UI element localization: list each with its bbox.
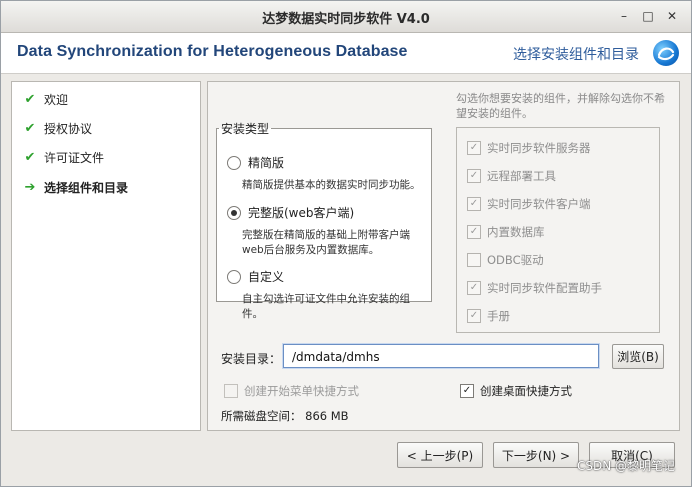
radio-description: 精简版提供基本的数据实时同步功能。 [242, 179, 421, 191]
checkbox-checked[interactable]: ✓ [460, 384, 474, 398]
install-dir-input[interactable]: /dmdata/dmhs [283, 344, 599, 368]
component-label: 实时同步软件服务器 [487, 141, 591, 155]
radio-button[interactable] [227, 155, 241, 170]
main-panel: 勾选你想要安装的组件，并解除勾选你不希望安装的组件。 安装类型 精简版 精简版提… [207, 81, 680, 431]
install-dir-label: 安装目录： [221, 352, 282, 366]
install-type-legend: 安装类型 [221, 122, 270, 136]
component-label: 实时同步软件配置助手 [487, 281, 602, 295]
close-icon[interactable]: ✕ [663, 7, 681, 25]
radio-label: 完整版(web客户端) [248, 206, 355, 220]
start-menu-shortcut-checkbox[interactable]: 创建开始菜单快捷方式 [224, 383, 359, 399]
check-icon: ✔ [24, 120, 36, 136]
page-title: 选择安装组件和目录 [513, 47, 639, 63]
component-item: ✓ 远程部署工具 [467, 168, 556, 184]
title-bar[interactable]: 达梦数据实时同步软件 V4.0 – □ ✕ [1, 1, 691, 33]
checkbox-disabled-checked: ✓ [467, 309, 481, 323]
component-label: 手册 [487, 309, 510, 323]
steps-sidebar: ✔ 欢迎 ✔ 授权协议 ✔ 许可证文件 ➔ 选择组件和目录 [11, 81, 201, 431]
install-type-group: 安装类型 精简版 精简版提供基本的数据实时同步功能。 完整版(web客户端) 完… [216, 120, 432, 320]
maximize-icon[interactable]: □ [639, 7, 657, 25]
check-icon: ✔ [24, 149, 36, 165]
radio-minimal[interactable]: 精简版 [227, 154, 284, 171]
product-title: Data Synchronization for Heterogeneous D… [17, 43, 408, 60]
component-item: ✓ 手册 [467, 308, 510, 324]
step-label: 欢迎 [44, 92, 69, 107]
installer-window: 达梦数据实时同步软件 V4.0 – □ ✕ Data Synchronizati… [0, 0, 692, 487]
component-label: 内置数据库 [487, 225, 545, 239]
minimize-icon[interactable]: – [615, 7, 633, 25]
checkbox-disabled-unchecked [467, 253, 481, 267]
prev-button[interactable]: < 上一步(P) [397, 442, 483, 468]
radio-label: 自定义 [248, 270, 285, 284]
component-label: ODBC驱动 [487, 253, 544, 267]
checkbox-disabled-checked: ✓ [467, 281, 481, 295]
checkbox-unchecked[interactable] [224, 384, 238, 398]
disk-space-required: 所需磁盘空间： 866 MB [221, 409, 349, 423]
radio-custom[interactable]: 自定义 [227, 268, 284, 285]
step-license-file: ✔ 许可证文件 [22, 147, 104, 167]
radio-description: 完整版在精简版的基础上附带客户端web后台服务及内置数据库。 [242, 229, 410, 256]
page-header: Data Synchronization for Heterogeneous D… [1, 33, 691, 74]
checkbox-label: 创建开始菜单快捷方式 [244, 384, 359, 398]
components-list: ✓ 实时同步软件服务器 ✓ 远程部署工具 ✓ 实时同步软件客户端 ✓ 内置数据库… [456, 127, 660, 333]
radio-button[interactable] [227, 269, 241, 284]
step-select-components: ➔ 选择组件和目录 [22, 177, 128, 197]
desktop-shortcut-checkbox[interactable]: ✓ 创建桌面快捷方式 [460, 383, 572, 399]
component-item: ✓ 实时同步软件客户端 [467, 196, 591, 212]
component-item: ✓ 实时同步软件配置助手 [467, 280, 602, 296]
next-button[interactable]: 下一步(N) > [493, 442, 579, 468]
window-title: 达梦数据实时同步软件 V4.0 [262, 12, 430, 27]
arrow-right-icon: ➔ [24, 179, 36, 195]
radio-label: 精简版 [248, 156, 285, 170]
dm-logo-icon [653, 40, 679, 66]
checkbox-disabled-checked: ✓ [467, 197, 481, 211]
component-label: 实时同步软件客户端 [487, 197, 591, 211]
component-label: 远程部署工具 [487, 169, 556, 183]
step-welcome: ✔ 欢迎 [22, 89, 68, 109]
radio-description: 自主勾选许可证文件中允许安装的组件。 [242, 293, 410, 320]
step-label: 许可证文件 [44, 150, 105, 165]
checkbox-disabled-checked: ✓ [467, 169, 481, 183]
step-label: 选择组件和目录 [44, 180, 129, 195]
browse-button[interactable]: 浏览(B) [612, 344, 664, 369]
step-label: 授权协议 [44, 121, 93, 136]
step-license-agreement: ✔ 授权协议 [22, 118, 92, 138]
checkbox-disabled-checked: ✓ [467, 141, 481, 155]
radio-button-selected[interactable] [227, 205, 241, 220]
check-icon: ✔ [24, 91, 36, 107]
checkbox-disabled-checked: ✓ [467, 225, 481, 239]
watermark: CSDN @黎明笔记 [576, 459, 675, 473]
component-item: ✓ 内置数据库 [467, 224, 545, 240]
radio-full-web[interactable]: 完整版(web客户端) [227, 204, 354, 221]
component-item: ODBC驱动 [467, 252, 544, 268]
components-hint: 勾选你想要安装的组件，并解除勾选你不希望安装的组件。 [456, 92, 665, 120]
checkbox-label: 创建桌面快捷方式 [480, 384, 572, 398]
component-item: ✓ 实时同步软件服务器 [467, 140, 591, 156]
